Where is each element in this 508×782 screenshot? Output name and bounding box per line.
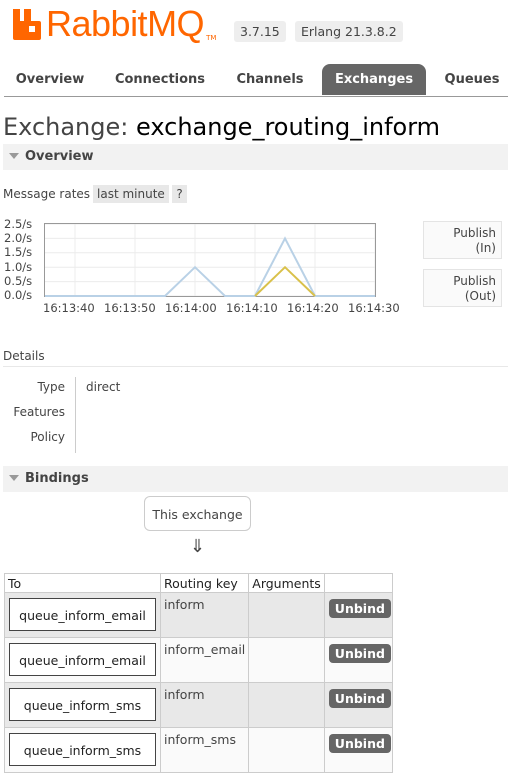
routing-key: inform	[164, 597, 205, 612]
legend-publish-in-line2: (In)	[475, 241, 496, 255]
chart-y-tick-label: 1.0/s	[4, 259, 33, 274]
details-separator	[75, 377, 76, 453]
detail-label-features: Features	[13, 405, 65, 419]
arguments-cell	[248, 727, 325, 773]
chart-x-tick-label: 16:14:20	[287, 301, 339, 315]
chart-x-tick-label: 16:13:40	[43, 301, 95, 315]
message-rates-range-selector[interactable]: last minute	[93, 185, 169, 203]
table-row: queue_inform_sms inform_sms Unbind	[4, 727, 394, 773]
arguments-cell	[248, 682, 325, 728]
detail-value-type: direct	[86, 380, 121, 394]
arguments-cell	[248, 592, 325, 638]
chart-y-tick-label: 2.5/s	[4, 217, 33, 231]
legend-publish-out-line2: (Out)	[464, 289, 496, 303]
legend-publish-out[interactable]: Publish (Out)	[423, 269, 502, 307]
routing-key: inform_sms	[164, 732, 236, 747]
rabbitmq-logo[interactable]: RabbitMQ TM	[12, 4, 216, 44]
main-nav-tabs: Overview Connections Channels Exchanges …	[4, 64, 508, 97]
tab-overview[interactable]: Overview	[4, 64, 96, 95]
tab-channels[interactable]: Channels	[226, 64, 314, 95]
overview-section-header[interactable]: Overview	[3, 144, 508, 170]
chart-x-tick-label: 16:13:50	[104, 301, 156, 315]
column-header-actions	[323, 573, 394, 593]
down-arrow-icon: ⇓	[190, 536, 206, 557]
legend-publish-in[interactable]: Publish (In)	[423, 221, 502, 259]
tab-exchanges[interactable]: Exchanges	[322, 64, 426, 95]
this-exchange-box: This exchange	[144, 496, 251, 531]
detail-label-type: Type	[37, 380, 65, 394]
page-title-prefix: Exchange:	[3, 113, 129, 141]
message-rates-label: Message rates	[3, 187, 91, 201]
unbind-button[interactable]: Unbind	[328, 734, 391, 753]
overview-section-label: Overview	[25, 149, 94, 164]
chart-y-tick-label: 1.5/s	[4, 245, 33, 260]
logo-trademark: TM	[206, 34, 217, 42]
chart-frame	[44, 223, 376, 297]
collapse-triangle-icon	[9, 475, 19, 481]
exchange-name: exchange_routing_inform	[136, 113, 441, 141]
chart-y-tick-label: 2.0/s	[4, 231, 33, 246]
details-divider	[3, 366, 508, 367]
arguments-cell	[248, 637, 325, 683]
chart-y-tick-label: 0.5/s	[4, 273, 33, 288]
rabbit-logo-icon	[13, 9, 41, 40]
routing-key: inform_email	[164, 642, 246, 657]
erlang-version-badge: Erlang 21.3.8.2	[295, 21, 403, 42]
bindings-table: To Routing key Arguments queue_inform_em…	[4, 573, 394, 773]
tab-queues[interactable]: Queues	[436, 64, 508, 95]
queue-link[interactable]: queue_inform_email	[9, 598, 156, 631]
chart-y-tick-label: 0.0/s	[4, 288, 33, 302]
tab-connections[interactable]: Connections	[102, 64, 218, 95]
table-row: queue_inform_email inform Unbind	[4, 592, 394, 638]
chart-x-tick-label: 16:14:00	[165, 301, 217, 315]
queue-link[interactable]: queue_inform_sms	[9, 733, 156, 766]
unbind-button[interactable]: Unbind	[328, 644, 391, 663]
message-rates-chart	[44, 223, 376, 297]
chart-x-tick-label: 16:14:10	[226, 301, 278, 315]
bindings-section-header[interactable]: Bindings	[3, 466, 508, 492]
chart-x-tick-label: 16:14:30	[348, 301, 400, 315]
detail-label-policy: Policy	[30, 430, 65, 444]
details-heading: Details	[3, 349, 45, 363]
unbind-button[interactable]: Unbind	[328, 599, 391, 618]
logo-wordmark: RabbitMQ	[46, 3, 205, 44]
queue-link[interactable]: queue_inform_sms	[9, 688, 156, 721]
column-header-to: To	[4, 573, 161, 593]
table-row: queue_inform_sms inform Unbind	[4, 682, 394, 728]
queue-link[interactable]: queue_inform_email	[9, 643, 156, 676]
routing-key: inform	[164, 687, 205, 702]
table-row: queue_inform_email inform_email Unbind	[4, 637, 394, 683]
column-header-arguments: Arguments	[248, 573, 325, 593]
legend-publish-in-line1: Publish	[453, 226, 496, 240]
unbind-button[interactable]: Unbind	[328, 689, 391, 708]
legend-publish-out-line1: Publish	[453, 274, 496, 288]
page-title: Exchange: exchange_routing_inform	[3, 113, 440, 141]
bindings-section-label: Bindings	[25, 471, 89, 486]
version-badge: 3.7.15	[234, 21, 286, 42]
collapse-triangle-icon	[9, 153, 19, 159]
column-header-routing-key: Routing key	[159, 573, 250, 593]
help-button[interactable]: ?	[172, 185, 187, 203]
